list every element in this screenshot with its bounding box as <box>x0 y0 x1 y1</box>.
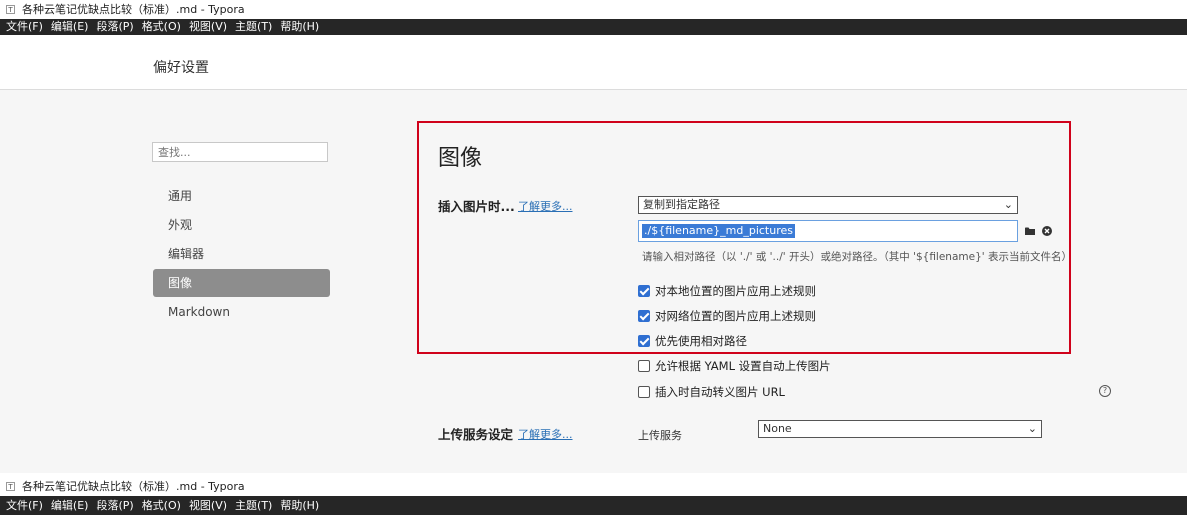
upload-learn-more-link[interactable]: 了解更多... <box>518 426 573 442</box>
typora-app-icon: T <box>6 5 15 14</box>
menu-paragraph[interactable]: 段落(P) <box>92 496 137 515</box>
upload-service-value: None <box>763 422 792 435</box>
menu-format[interactable]: 格式(O) <box>138 19 185 35</box>
menu-edit[interactable]: 编辑(E) <box>47 496 93 515</box>
menu-help[interactable]: 帮助(H) <box>276 496 323 515</box>
upload-service-settings-label: 上传服务设定 <box>438 427 514 442</box>
window-title: 各种云笔记优缺点比较（标准）.md - Typora <box>22 3 245 16</box>
menu-bar: 文件(F) 编辑(E) 段落(P) 格式(O) 视图(V) 主题(T) 帮助(H) <box>0 496 1187 515</box>
typora-app-icon: T <box>6 482 15 491</box>
upload-service-select[interactable]: None ⌄ <box>758 420 1042 438</box>
window-title: 各种云笔记优缺点比较（标准）.md - Typora <box>22 480 245 493</box>
checkbox-label: 允许根据 YAML 设置自动上传图片 <box>655 359 831 373</box>
nav-item-markdown[interactable]: Markdown <box>153 298 330 326</box>
checkbox-label: 插入时自动转义图片 URL <box>655 385 785 399</box>
help-icon[interactable]: ? <box>1099 385 1111 397</box>
checkbox-unchecked-icon[interactable] <box>638 386 650 398</box>
nav-item-general[interactable]: 通用 <box>153 182 330 210</box>
preferences-title: 偏好设置 <box>153 60 209 76</box>
menu-view[interactable]: 视图(V) <box>185 496 231 515</box>
chevron-down-icon: ⌄ <box>1027 422 1037 435</box>
menu-bar: 文件(F) 编辑(E) 段落(P) 格式(O) 视图(V) 主题(T) 帮助(H) <box>0 19 1187 35</box>
menu-view[interactable]: 视图(V) <box>185 19 231 35</box>
checkbox-unchecked-icon[interactable] <box>638 360 650 372</box>
preferences-search-input[interactable] <box>152 142 328 162</box>
highlight-frame <box>417 121 1071 354</box>
menu-paragraph[interactable]: 段落(P) <box>92 19 137 35</box>
window-title-bar: T 各种云笔记优缺点比较（标准）.md - Typora <box>0 477 1187 496</box>
menu-theme[interactable]: 主题(T) <box>231 496 276 515</box>
nav-item-appearance[interactable]: 外观 <box>153 211 330 239</box>
window-title-bar: T 各种云笔记优缺点比较（标准）.md - Typora <box>0 0 1187 19</box>
upload-service-label: 上传服务 <box>638 429 682 442</box>
menu-edit[interactable]: 编辑(E) <box>47 19 93 35</box>
nav-item-editor[interactable]: 编辑器 <box>153 240 330 268</box>
menu-theme[interactable]: 主题(T) <box>231 19 276 35</box>
menu-file[interactable]: 文件(F) <box>0 496 47 515</box>
preferences-header: 偏好设置 <box>0 35 1187 90</box>
menu-format[interactable]: 格式(O) <box>138 496 185 515</box>
nav-item-image[interactable]: 图像 <box>153 269 330 297</box>
menu-help[interactable]: 帮助(H) <box>276 19 323 35</box>
menu-file[interactable]: 文件(F) <box>0 19 47 35</box>
